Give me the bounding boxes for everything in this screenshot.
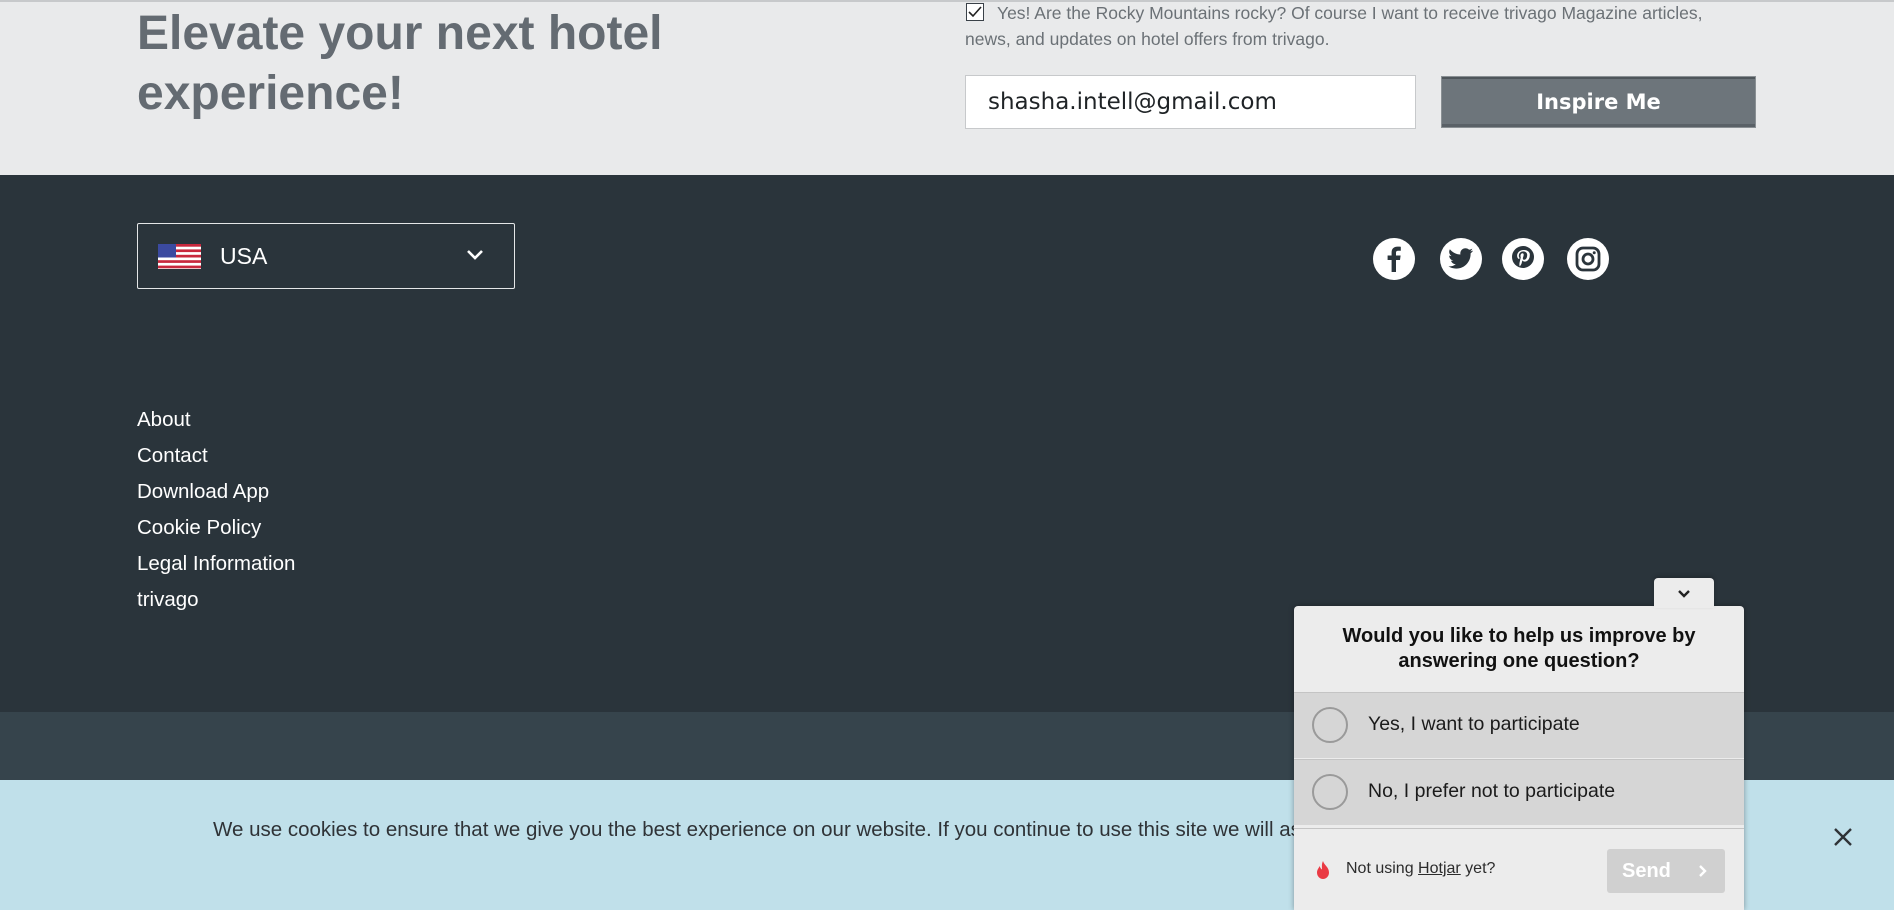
consent-checkbox[interactable]	[966, 3, 984, 21]
newsletter-section: Elevate your next hotel experience! Yes!…	[0, 0, 1894, 175]
survey-collapse-button[interactable]	[1654, 578, 1714, 608]
survey-question: Would you like to help us improve by ans…	[1342, 625, 1696, 672]
chevron-right-icon	[1699, 865, 1707, 877]
instagram-icon	[1575, 246, 1601, 272]
facebook-icon	[1387, 246, 1401, 272]
facebook-link[interactable]	[1373, 238, 1415, 280]
radio-button[interactable]	[1312, 707, 1348, 743]
hotjar-promo: Not using Hotjar yet?	[1346, 860, 1495, 878]
fire-icon	[1317, 861, 1329, 879]
close-icon	[1834, 828, 1852, 846]
survey-footer: Not using Hotjar yet? Send	[1294, 828, 1744, 910]
footer-link-contact[interactable]: Contact	[137, 438, 295, 474]
pinterest-icon	[1512, 246, 1534, 268]
hotjar-promo-suffix: yet?	[1460, 860, 1496, 877]
pinterest-link[interactable]	[1502, 238, 1544, 280]
checkmark-icon	[968, 6, 982, 18]
footer-link-download-app[interactable]: Download App	[137, 474, 295, 510]
survey-option-no[interactable]: No, I prefer not to participate	[1294, 759, 1744, 825]
hotjar-promo-prefix: Not using	[1346, 860, 1419, 877]
footer-link-about[interactable]: About	[137, 402, 295, 438]
us-flag-icon	[158, 244, 201, 269]
radio-button[interactable]	[1312, 774, 1348, 810]
twitter-icon	[1448, 248, 1473, 269]
newsletter-headline: Elevate your next hotel experience!	[137, 7, 663, 120]
footer-link-cookie-policy[interactable]: Cookie Policy	[137, 510, 295, 546]
twitter-link[interactable]	[1440, 238, 1482, 280]
hotjar-link[interactable]: Hotjar	[1418, 860, 1461, 877]
instagram-link[interactable]	[1567, 238, 1609, 280]
country-select[interactable]: USA	[137, 223, 515, 289]
inspire-me-button[interactable]: Inspire Me	[1441, 76, 1756, 128]
footer-links: About Contact Download App Cookie Policy…	[137, 402, 295, 618]
send-label: Send	[1622, 859, 1671, 882]
cookie-close-button[interactable]	[1828, 822, 1858, 852]
consent-text: Yes! Are the Rocky Mountains rocky? Of c…	[965, 3, 1703, 49]
footer-link-legal-information[interactable]: Legal Information	[137, 546, 295, 582]
email-input[interactable]	[965, 75, 1416, 129]
survey-option-yes[interactable]: Yes, I want to participate	[1294, 692, 1744, 758]
survey-option-label: No, I prefer not to participate	[1368, 780, 1616, 802]
footer-link-trivago[interactable]: trivago	[137, 582, 295, 618]
chevron-down-icon	[467, 250, 483, 260]
country-label: USA	[220, 243, 268, 269]
chevron-down-icon	[1678, 589, 1690, 598]
survey-widget: Would you like to help us improve by ans…	[1294, 606, 1744, 910]
send-button[interactable]: Send	[1607, 849, 1725, 893]
survey-option-label: Yes, I want to participate	[1368, 713, 1580, 735]
